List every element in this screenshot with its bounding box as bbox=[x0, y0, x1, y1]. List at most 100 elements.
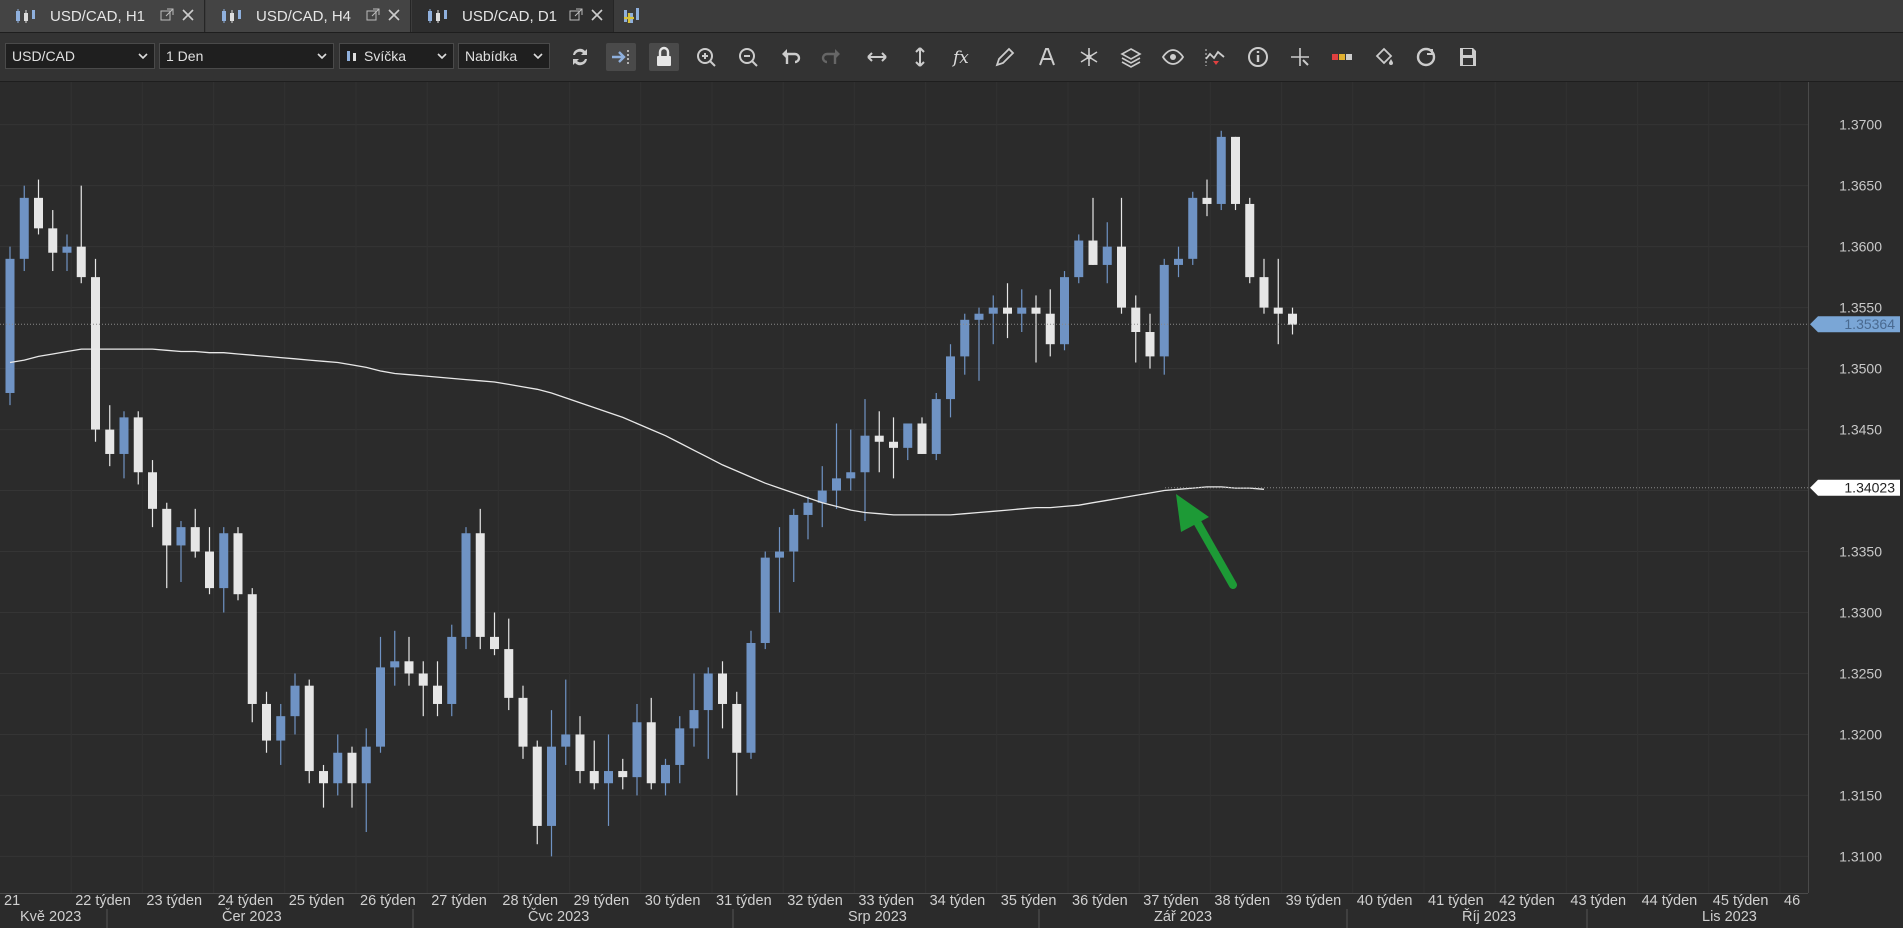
week-label: 36 týden bbox=[1072, 893, 1128, 909]
candle-body bbox=[404, 661, 414, 674]
week-label: 25 týden bbox=[289, 893, 345, 909]
price-tick-label: 1.3350 bbox=[1839, 544, 1882, 560]
candle-body bbox=[361, 746, 371, 784]
candle-body bbox=[376, 667, 385, 747]
candle-body bbox=[1273, 307, 1283, 314]
candle-body bbox=[1017, 307, 1027, 314]
candle-body bbox=[105, 429, 115, 454]
candle bbox=[1074, 234, 1084, 284]
candle-body bbox=[76, 246, 86, 278]
candle-body bbox=[1074, 240, 1084, 278]
month-label: Čvc 2023 bbox=[528, 908, 589, 925]
candle-body bbox=[433, 685, 442, 704]
candle-body bbox=[233, 533, 243, 595]
candle-body bbox=[946, 356, 955, 400]
candle-body bbox=[276, 716, 286, 741]
week-label: 27 týden bbox=[431, 893, 487, 909]
price-chart[interactable]: 1.3700 1.3650 1.3600 1.3550 1.3500 1.3450 1.34… bbox=[0, 0, 1903, 928]
candle-body bbox=[547, 746, 556, 826]
week-label: 23 týden bbox=[146, 893, 202, 909]
week-label: 40 týden bbox=[1357, 893, 1413, 909]
candle-body bbox=[176, 527, 186, 546]
candle-body bbox=[1216, 136, 1226, 204]
candle-body bbox=[689, 710, 699, 729]
candle-body bbox=[247, 594, 257, 704]
ma-price-marker: 1.34023 bbox=[1810, 479, 1900, 496]
candle-body bbox=[304, 685, 314, 772]
candle-body bbox=[646, 722, 656, 784]
candle-body bbox=[889, 441, 898, 448]
candle-body bbox=[19, 197, 29, 259]
candle-body bbox=[1159, 264, 1169, 357]
candle-body bbox=[1102, 246, 1112, 265]
week-label: 44 týden bbox=[1642, 893, 1698, 909]
week-label: 32 týden bbox=[787, 893, 843, 909]
candle-body bbox=[618, 771, 628, 778]
candle bbox=[1216, 130, 1226, 211]
candle-body bbox=[789, 514, 799, 552]
plot-area bbox=[0, 82, 1808, 893]
candle-body bbox=[390, 661, 400, 668]
week-label: 46 bbox=[1784, 893, 1800, 909]
candle-body bbox=[1259, 277, 1269, 308]
candle-body bbox=[119, 417, 129, 454]
month-label: Lis 2023 bbox=[1702, 909, 1757, 925]
price-tick-label: 1.3600 bbox=[1839, 239, 1882, 255]
candle-body bbox=[675, 728, 685, 765]
candle bbox=[760, 551, 770, 650]
candle-body bbox=[347, 752, 357, 784]
candle-body bbox=[561, 734, 571, 747]
candle-body bbox=[1174, 258, 1183, 265]
candle bbox=[19, 185, 29, 272]
week-label: 24 týden bbox=[218, 893, 274, 909]
candle bbox=[1231, 136, 1240, 211]
candle bbox=[233, 527, 243, 601]
price-tick-label: 1.3550 bbox=[1839, 300, 1882, 316]
week-label: 26 týden bbox=[360, 893, 416, 909]
candle-body bbox=[846, 472, 856, 479]
candle-body bbox=[917, 423, 927, 454]
candle-body bbox=[504, 649, 514, 698]
candle-body bbox=[589, 771, 599, 784]
week-label: 41 týden bbox=[1428, 893, 1484, 909]
price-tick-label: 1.3200 bbox=[1839, 726, 1882, 742]
candle-body bbox=[931, 399, 941, 454]
candle-body bbox=[5, 258, 15, 393]
candle-body bbox=[803, 502, 813, 515]
candle-body bbox=[632, 722, 642, 778]
candle-body bbox=[1188, 197, 1198, 259]
week-label: 21 bbox=[4, 893, 20, 909]
candle-body bbox=[703, 673, 713, 711]
month-label: Zář 2023 bbox=[1154, 909, 1212, 925]
candle-body bbox=[162, 508, 172, 546]
price-tick-label: 1.3650 bbox=[1839, 178, 1882, 194]
candle bbox=[447, 624, 457, 717]
week-label: 35 týden bbox=[1001, 893, 1057, 909]
week-label: 37 týden bbox=[1143, 893, 1199, 909]
week-label: 43 týden bbox=[1570, 893, 1626, 909]
candle-body bbox=[1031, 307, 1041, 314]
week-label: 39 týden bbox=[1286, 893, 1342, 909]
candle-body bbox=[1231, 136, 1240, 204]
candle-body bbox=[262, 703, 271, 741]
candle-body bbox=[91, 277, 100, 430]
candle-body bbox=[447, 636, 457, 704]
candle-body bbox=[832, 478, 841, 491]
candle-body bbox=[718, 673, 727, 704]
candle-body bbox=[290, 685, 300, 717]
candle-body bbox=[1045, 313, 1055, 345]
price-tick-label: 1.3150 bbox=[1839, 787, 1882, 803]
candle bbox=[91, 258, 100, 442]
candle-body bbox=[817, 490, 827, 503]
candle-body bbox=[333, 752, 343, 784]
candle bbox=[247, 588, 257, 723]
candle-body bbox=[418, 673, 428, 686]
week-label: 38 týden bbox=[1214, 893, 1270, 909]
candle bbox=[1188, 191, 1198, 265]
month-label: Srp 2023 bbox=[848, 909, 907, 925]
ma-price-label: 1.34023 bbox=[1844, 480, 1895, 496]
candle-body bbox=[960, 319, 970, 357]
candle bbox=[1060, 271, 1069, 351]
candle bbox=[5, 246, 15, 406]
week-label: 28 týden bbox=[502, 893, 558, 909]
